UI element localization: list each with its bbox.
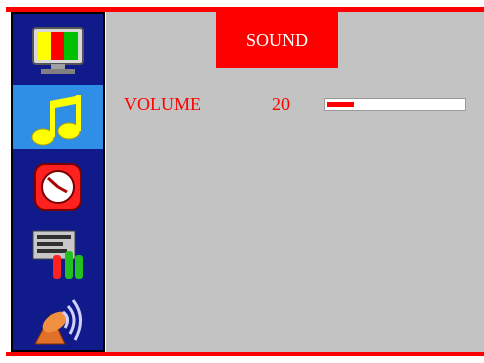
menu-item-sound[interactable] xyxy=(13,85,103,149)
sidebar xyxy=(6,12,106,352)
volume-value: 20 xyxy=(272,94,290,114)
music-notes-icon xyxy=(31,95,81,146)
page-title: SOUND xyxy=(216,12,338,68)
osd-menu: SOUND VOLUME 20 xyxy=(0,0,484,363)
menu-item-setup[interactable] xyxy=(13,219,103,283)
menu-item-channel[interactable] xyxy=(13,286,103,350)
volume-slider[interactable] xyxy=(324,98,466,111)
satellite-dish-icon xyxy=(34,299,82,345)
volume-label: VOLUME xyxy=(124,94,201,114)
language-settings-icon xyxy=(32,230,83,279)
menu-item-picture[interactable] xyxy=(13,16,103,80)
bottom-accent-bar xyxy=(6,352,484,356)
volume-slider-fill xyxy=(327,102,354,107)
display-monitor-icon xyxy=(32,27,84,74)
sidebar-menu xyxy=(11,12,105,352)
clock-icon xyxy=(34,163,82,211)
menu-item-timer[interactable] xyxy=(13,152,103,216)
sound-settings-panel: SOUND VOLUME 20 xyxy=(106,12,484,352)
